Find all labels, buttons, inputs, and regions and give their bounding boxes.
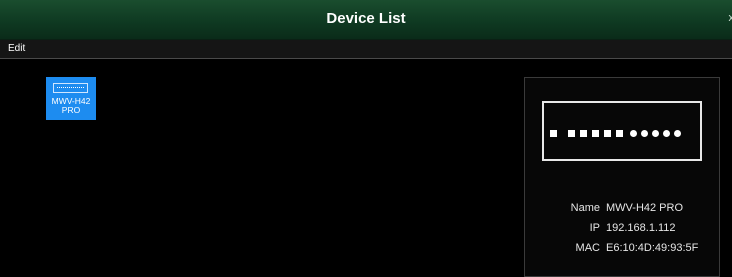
port-circle-icon <box>663 130 670 137</box>
info-value-mac: E6:10:4D:49:93:5F <box>606 242 698 254</box>
info-label-ip: IP <box>590 222 600 234</box>
device-thumbnail-icon <box>53 83 88 93</box>
port-circle-icon <box>630 130 637 137</box>
device-front-panel-icon <box>542 101 702 161</box>
info-label-name: Name <box>571 202 600 214</box>
device-ports <box>550 130 696 138</box>
port-square-icon <box>580 130 587 137</box>
window-title: Device List <box>0 10 732 27</box>
info-row-mac: MAC E6:10:4D:49:93:5F <box>525 242 721 256</box>
info-row-name: Name MWV-H42 PRO <box>525 202 721 216</box>
device-tile-label-line2: PRO <box>46 106 96 115</box>
port-circle-icon <box>641 130 648 137</box>
device-details-panel: Name MWV-H42 PRO IP 192.168.1.112 MAC E6… <box>524 77 720 277</box>
menu-edit[interactable]: Edit <box>8 43 25 54</box>
menu-bar: Edit <box>0 40 732 59</box>
title-bar: Device List x <box>0 0 732 40</box>
device-tile[interactable]: MWV-H42 PRO <box>46 77 96 120</box>
device-tile-label: MWV-H42 PRO <box>46 97 96 115</box>
port-circle-icon <box>652 130 659 137</box>
port-square-icon <box>568 130 575 137</box>
close-icon[interactable]: x <box>729 12 732 24</box>
port-square-icon <box>592 130 599 137</box>
info-label-mac: MAC <box>576 242 600 254</box>
info-row-ip: IP 192.168.1.112 <box>525 222 721 236</box>
info-value-ip: 192.168.1.112 <box>606 222 676 234</box>
port-square-icon <box>550 130 557 137</box>
port-square-icon <box>616 130 623 137</box>
port-square-icon <box>604 130 611 137</box>
port-circle-icon <box>674 130 681 137</box>
info-value-name: MWV-H42 PRO <box>606 202 683 214</box>
